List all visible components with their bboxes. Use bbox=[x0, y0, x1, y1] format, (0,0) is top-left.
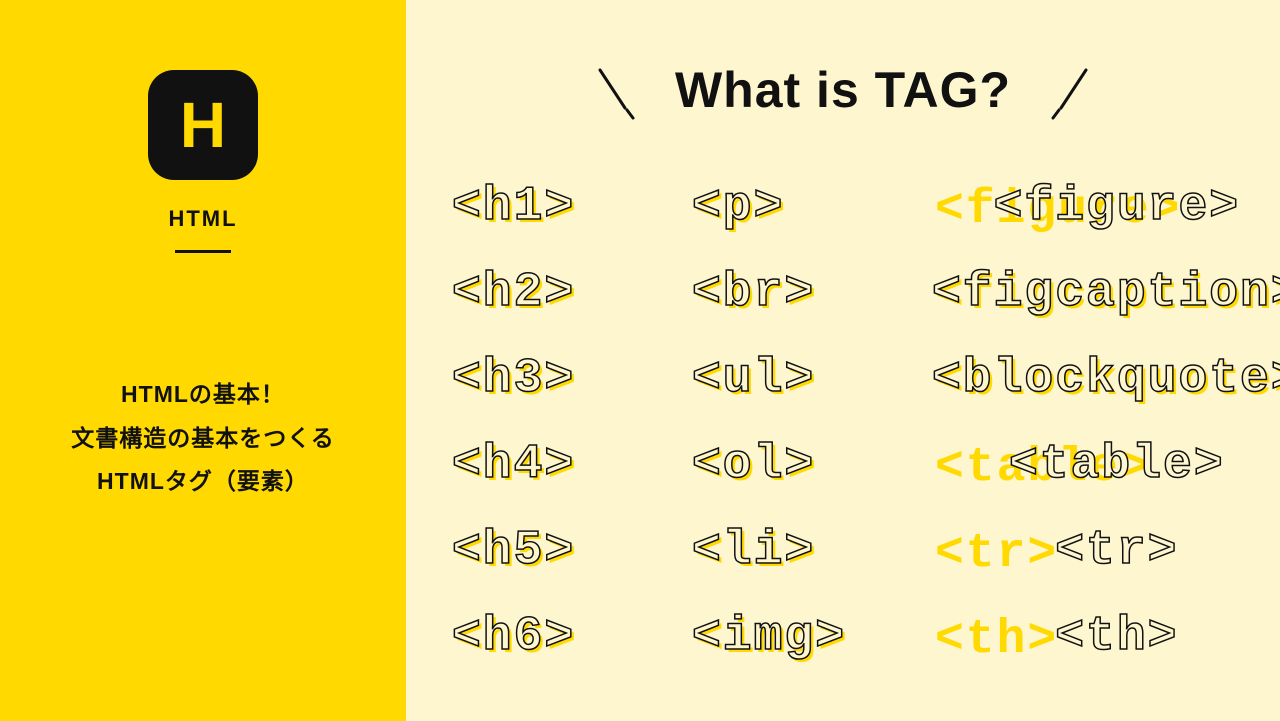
tag-figure: <figure><figure> bbox=[932, 180, 1280, 234]
tag-figcaption: <figcaption><figcaption> bbox=[932, 266, 1280, 320]
tag-h2: <h2><h2> bbox=[452, 266, 642, 320]
tag-h6: <h6><h6> bbox=[452, 610, 642, 664]
sidebar-label: HTML bbox=[168, 206, 237, 232]
tag-h4: <h4><h4> bbox=[452, 438, 642, 492]
tag-img: <img><img> bbox=[692, 610, 882, 664]
html-icon: H bbox=[148, 70, 258, 180]
tag-th: <th><th> bbox=[932, 610, 1280, 664]
main-panel: What is TAG? <h1><h1> <p><p> <figure><fi… bbox=[406, 0, 1280, 721]
tag-h1: <h1><h1> bbox=[452, 180, 642, 234]
tag-br: <br><br> bbox=[692, 266, 882, 320]
tag-h3: <h3><h3> bbox=[452, 352, 642, 406]
tag-ol: <ol><ol> bbox=[692, 438, 882, 492]
heading-row: What is TAG? bbox=[406, 60, 1280, 120]
accent-slash-left-icon bbox=[585, 60, 645, 120]
tag-grid: <h1><h1> <p><p> <figure><figure> <h2><h2… bbox=[406, 180, 1280, 664]
desc-line-2: 文書構造の基本をつくる bbox=[71, 417, 335, 461]
tag-h5: <h5><h5> bbox=[452, 524, 642, 578]
desc-line-1: HTMLの基本！ bbox=[71, 373, 335, 417]
sidebar-description: HTMLの基本！ 文書構造の基本をつくる HTMLタグ（要素） bbox=[71, 373, 335, 504]
tag-p: <p><p> bbox=[692, 180, 882, 234]
main-heading: What is TAG? bbox=[675, 61, 1011, 119]
accent-slash-right-icon bbox=[1041, 60, 1101, 120]
sidebar: H HTML HTMLの基本！ 文書構造の基本をつくる HTMLタグ（要素） bbox=[0, 0, 406, 721]
tag-blockquote: <blockquote><blockquote> bbox=[932, 352, 1280, 406]
html-icon-letter: H bbox=[180, 88, 226, 162]
desc-line-3: HTMLタグ（要素） bbox=[71, 460, 335, 504]
sidebar-divider bbox=[175, 250, 231, 253]
tag-tr: <tr><tr> bbox=[932, 524, 1280, 578]
tag-table: <table><table> bbox=[932, 438, 1280, 492]
tag-ul: <ul><ul> bbox=[692, 352, 882, 406]
page: H HTML HTMLの基本！ 文書構造の基本をつくる HTMLタグ（要素） W… bbox=[0, 0, 1280, 721]
tag-li: <li><li> bbox=[692, 524, 882, 578]
